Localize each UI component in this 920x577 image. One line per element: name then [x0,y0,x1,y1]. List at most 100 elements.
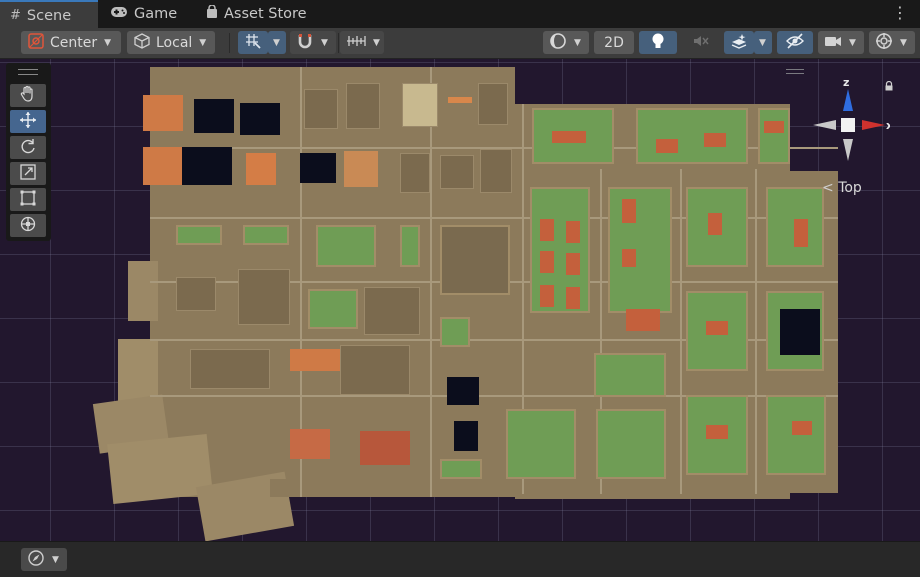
z-axis-cone[interactable] [843,89,853,111]
scene-bottom-bar: ▼ [0,541,920,577]
shading-sphere-icon [549,32,567,54]
gizmo-center-cube[interactable] [841,118,855,132]
more-options-icon[interactable]: ⋮ [892,4,908,22]
grid-dropdown[interactable]: ▼ [268,31,286,54]
tab-game[interactable]: Game [100,0,187,28]
building [340,345,410,395]
building [364,287,420,335]
x-axis-cone[interactable] [862,120,885,130]
chevron-down-icon: ▼ [373,37,380,48]
tab-label: Game [134,6,178,22]
building [344,151,378,187]
transform-tool-button[interactable] [10,214,46,237]
panel-drag-handle[interactable] [18,69,38,75]
building [143,95,183,131]
effects-toggle[interactable] [724,31,754,54]
park [758,108,790,164]
draw-mode-dropdown[interactable]: ▼ [543,31,589,54]
park [440,317,470,347]
park [316,225,376,267]
magnet-icon [296,32,314,54]
building-shadow [780,309,820,355]
rotate-icon [19,137,37,159]
hand-tool-button[interactable] [10,84,46,107]
chevron-down-icon: ▼ [321,37,328,48]
house-roof [552,131,586,143]
rect-transform-icon [19,189,37,211]
park [596,409,666,479]
effects-dropdown[interactable]: ▼ [754,31,772,54]
building-shadow [300,153,336,183]
pivot-mode-dropdown[interactable]: Center ▼ [21,31,121,54]
scene-viewport[interactable] [0,59,920,541]
building [402,83,438,127]
building [440,155,474,189]
park [608,187,672,313]
hash-icon: # [10,8,21,23]
house-roof [626,309,660,331]
scale-tool-button[interactable] [10,162,46,185]
transform-icon [19,215,37,237]
road [430,67,432,497]
orientation-gizmo[interactable]: z x [810,75,893,175]
chevron-down-icon: ▼ [574,37,581,48]
building [176,277,216,311]
increment-snap-dropdown[interactable]: ▼ [290,31,336,54]
compass-icon [27,549,45,571]
speaker-muted-icon [692,33,710,53]
audio-toggle[interactable] [682,31,720,54]
overlay-drag-handle[interactable] [786,69,804,74]
grid-snapping-toggle[interactable] [238,31,268,54]
neg-x-axis-cone[interactable] [813,120,836,130]
chevron-down-icon: ▼ [900,37,907,48]
snap-settings-dropdown[interactable]: ▼ [340,31,384,54]
chevron-down-icon: ▼ [759,37,766,48]
toolbar-divider [229,33,230,53]
house-roof [566,287,580,309]
park [766,395,826,475]
tab-label: Scene [26,7,72,24]
park [530,187,590,313]
house-roof [540,219,554,241]
chevron-down-icon: ▼ [104,37,112,48]
orientation-overlay-dropdown[interactable]: ▼ [21,548,67,571]
house-roof [794,219,808,247]
tab-asset-store[interactable]: Asset Store [196,0,317,28]
building [304,89,338,129]
building [400,153,430,193]
hidden-objects-toggle[interactable] [777,31,813,54]
house-roof [540,251,554,273]
axis-x-label: x [886,119,890,132]
rotate-tool-button[interactable] [10,136,46,159]
building [290,349,340,371]
house-roof [622,199,636,223]
back-arrow-icon: < [822,180,834,196]
neg-z-axis-cone[interactable] [843,139,853,161]
rect-tool-button[interactable] [10,188,46,211]
cube-icon [133,32,151,54]
house-roof [622,249,636,267]
house-roof [792,421,812,435]
scene-toolbar: Center ▼ Local ▼ ▼ ▼ ▼ ▼ 2D ▼ ▼ ▼ [0,28,920,59]
gizmos-dropdown[interactable]: ▼ [869,31,915,54]
move-tool-button[interactable] [10,110,46,133]
lighting-toggle[interactable] [639,31,677,54]
camera-icon [824,34,842,52]
camera-settings-dropdown[interactable]: ▼ [818,31,864,54]
axis-z-label: z [843,76,849,89]
building [480,149,512,193]
tab-label: Asset Store [224,6,307,22]
window-tab-bar: # Scene Game Asset Store ⋮ [0,0,920,29]
tab-scene[interactable]: # Scene [0,0,98,29]
pivot-rotation-dropdown[interactable]: Local ▼ [127,31,215,54]
toggle-2d-button[interactable]: 2D [594,31,634,54]
house-roof [706,425,728,439]
park [243,225,289,245]
move-arrows-icon [19,111,37,133]
view-label-text: Top [838,180,862,196]
house-roof [540,285,554,307]
road [680,169,682,494]
lock-icon[interactable] [884,80,894,91]
view-orientation-label[interactable]: < Top [822,180,862,196]
park [400,225,420,267]
